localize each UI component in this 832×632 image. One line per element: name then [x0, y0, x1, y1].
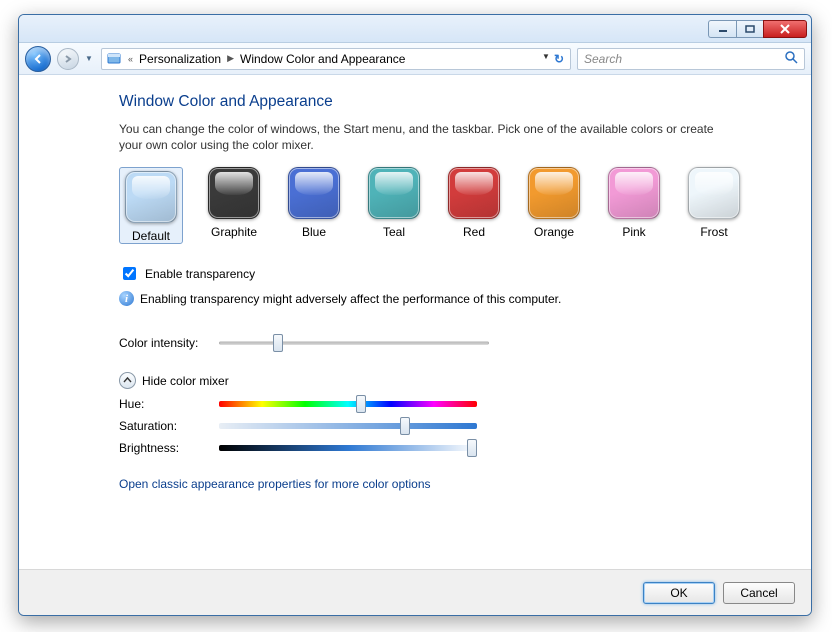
search-input[interactable]: Search — [577, 48, 805, 70]
color-swatch-red[interactable]: Red — [445, 167, 503, 244]
titlebar — [19, 15, 811, 43]
minimize-button[interactable] — [708, 20, 736, 38]
hue-slider[interactable] — [219, 397, 477, 411]
swatch-label: Teal — [383, 225, 405, 239]
saturation-row: Saturation: — [119, 419, 791, 433]
maximize-button[interactable] — [736, 20, 764, 38]
swatch-color — [608, 167, 660, 219]
page-description: You can change the color of windows, the… — [119, 121, 739, 153]
color-mixer-toggle-label: Hide color mixer — [142, 374, 229, 388]
breadcrumb-parent[interactable]: Personalization — [139, 52, 221, 66]
dialog-footer: OK Cancel — [19, 569, 811, 615]
transparency-row: Enable transparency — [119, 264, 791, 283]
brightness-slider[interactable] — [219, 441, 477, 455]
dropdown-icon[interactable]: ▼ — [542, 52, 550, 66]
info-icon: i — [119, 291, 134, 306]
swatch-label: Blue — [302, 225, 326, 239]
brightness-row: Brightness: — [119, 441, 791, 455]
color-swatch-teal[interactable]: Teal — [365, 167, 423, 244]
color-intensity-row: Color intensity: — [119, 336, 791, 350]
control-panel-window: ▼ « Personalization ▶ Window Color and A… — [18, 14, 812, 616]
collapse-icon — [119, 372, 136, 389]
color-swatch-list: Default Graphite Blue Teal Red Orange Pink Fros… — [119, 167, 791, 244]
swatch-color — [208, 167, 260, 219]
enable-transparency-checkbox[interactable] — [123, 267, 136, 280]
classic-appearance-link[interactable]: Open classic appearance properties for m… — [119, 477, 791, 491]
swatch-label: Frost — [700, 225, 727, 239]
enable-transparency-label: Enable transparency — [145, 267, 255, 281]
swatch-label: Graphite — [211, 225, 257, 239]
transparency-warning: Enabling transparency might adversely af… — [140, 292, 561, 306]
refresh-icon[interactable]: ↻ — [554, 52, 564, 66]
navigation-bar: ▼ « Personalization ▶ Window Color and A… — [19, 43, 811, 75]
color-mixer-toggle[interactable]: Hide color mixer — [119, 372, 791, 389]
ok-button[interactable]: OK — [643, 582, 715, 604]
page-title: Window Color and Appearance — [119, 93, 791, 111]
color-swatch-frost[interactable]: Frost — [685, 167, 743, 244]
color-intensity-label: Color intensity: — [119, 336, 219, 350]
transparency-warning-row: i Enabling transparency might adversely … — [119, 291, 791, 306]
color-intensity-slider[interactable] — [219, 336, 489, 350]
swatch-label: Orange — [534, 225, 574, 239]
location-icon — [106, 51, 122, 67]
search-placeholder: Search — [584, 52, 622, 66]
swatch-color — [688, 167, 740, 219]
hue-row: Hue: — [119, 397, 791, 411]
color-swatch-orange[interactable]: Orange — [525, 167, 583, 244]
swatch-color — [448, 167, 500, 219]
saturation-label: Saturation: — [119, 419, 219, 433]
color-swatch-blue[interactable]: Blue — [285, 167, 343, 244]
cancel-button[interactable]: Cancel — [723, 582, 795, 604]
swatch-color — [528, 167, 580, 219]
swatch-color — [125, 171, 177, 223]
breadcrumb-current[interactable]: Window Color and Appearance — [240, 52, 405, 66]
close-button[interactable] — [763, 20, 807, 38]
color-swatch-pink[interactable]: Pink — [605, 167, 663, 244]
swatch-label: Red — [463, 225, 485, 239]
content-area: Window Color and Appearance You can chan… — [19, 75, 811, 569]
saturation-slider[interactable] — [219, 419, 477, 433]
color-swatch-default[interactable]: Default — [119, 167, 183, 244]
search-icon[interactable] — [784, 50, 798, 67]
chevron-left-icon: « — [124, 54, 137, 64]
chevron-right-icon: ▶ — [223, 53, 238, 64]
swatch-color — [288, 167, 340, 219]
back-button[interactable] — [25, 46, 51, 72]
color-swatch-graphite[interactable]: Graphite — [205, 167, 263, 244]
swatch-label: Default — [132, 229, 170, 243]
swatch-label: Pink — [622, 225, 645, 239]
swatch-color — [368, 167, 420, 219]
breadcrumb[interactable]: « Personalization ▶ Window Color and App… — [101, 48, 571, 70]
hue-label: Hue: — [119, 397, 219, 411]
history-dropdown-icon[interactable]: ▼ — [85, 54, 95, 63]
forward-button[interactable] — [57, 48, 79, 70]
brightness-label: Brightness: — [119, 441, 219, 455]
